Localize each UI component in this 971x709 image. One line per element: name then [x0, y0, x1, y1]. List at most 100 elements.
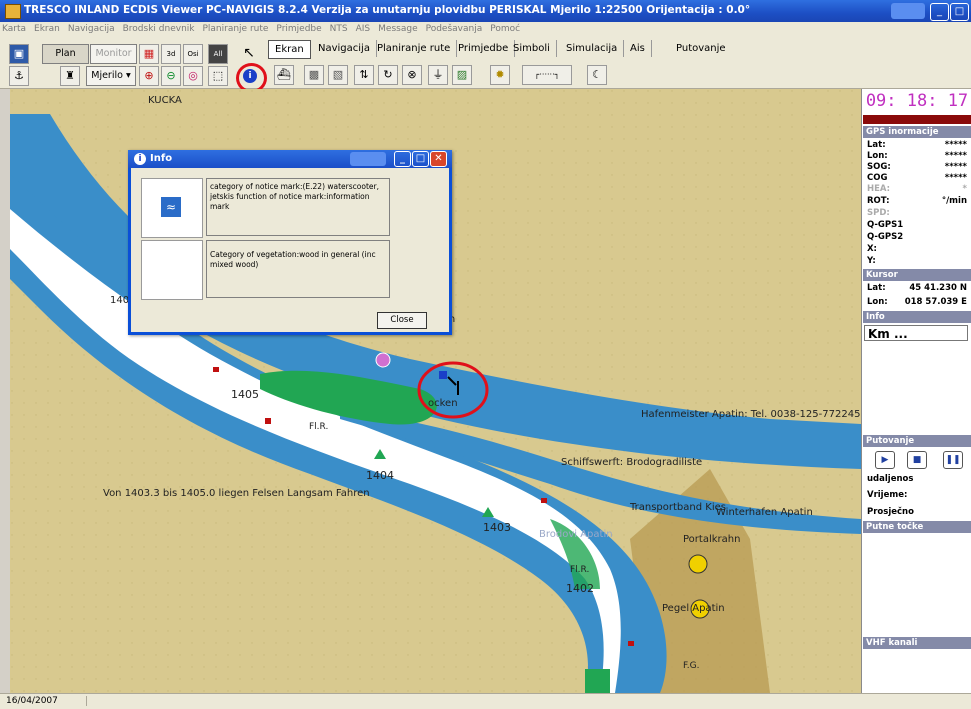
grid-icon[interactable]: ▦	[139, 44, 159, 64]
osi-button[interactable]: Osi	[183, 44, 203, 64]
cross-hatch-icon[interactable]: ▧	[328, 65, 348, 85]
map-label-transportband: Transportband Kies	[630, 502, 726, 513]
qgps2-row: Q-GPS2	[867, 232, 904, 242]
putne-tocke-section-header[interactable]: Putne točke	[863, 521, 971, 533]
scale-bar-icon[interactable]: ┌······┐	[522, 65, 572, 85]
current-icon[interactable]: ⇅	[354, 65, 374, 85]
dialog-extra-buttons[interactable]	[350, 152, 386, 166]
view-3d-button[interactable]: 3d	[161, 44, 181, 64]
gps-lon-value: *****	[944, 151, 967, 161]
menu-item-brodski-dnevnik[interactable]: Brodski dnevnik	[123, 24, 195, 34]
monitor-button[interactable]: Monitor	[90, 44, 137, 64]
prosjecno-row: Prosječno	[867, 507, 914, 517]
toolbar: ▣ ⚓ Plan Monitor ♜ Mjerilo ▾ ▦ 3d Osi Al…	[0, 38, 971, 93]
tab-navigacija[interactable]: Navigacija	[312, 40, 377, 57]
buoy-icon[interactable]: ⏚	[428, 65, 448, 85]
y-row: Y:	[867, 256, 876, 266]
status-date: 16/04/2007	[6, 696, 87, 706]
menu-item-primjedbe[interactable]: Primjedbe	[276, 24, 321, 34]
chart-view-icon[interactable]: ▣	[9, 44, 29, 64]
pointer-icon[interactable]: ↖	[240, 44, 258, 62]
mjerilo-dropdown[interactable]: Mjerilo ▾	[86, 66, 136, 86]
map-label-km140: 140	[110, 295, 130, 306]
menu-item-navigacija[interactable]: Navigacija	[68, 24, 115, 34]
gps-hea-value: *	[962, 184, 967, 194]
swirl-icon[interactable]: ↻	[378, 65, 398, 85]
udaljenost-row: udaljenos	[867, 474, 914, 484]
info-dialog: i Info _ □ ✕ ≈ category of notice mark:(…	[128, 150, 452, 335]
info-section-header[interactable]: Info	[863, 311, 971, 323]
all-button[interactable]: All	[208, 44, 228, 64]
kursor-lon-row: Lon: 018 57.039 E	[867, 297, 967, 308]
sun-icon[interactable]: ✹	[490, 65, 510, 85]
gps-cog-value: *****	[944, 173, 967, 183]
close-button[interactable]: Close	[377, 312, 427, 329]
map-label-winterhafen: Winterhafen Apatin	[716, 507, 813, 518]
map-label-fg: F.G.	[683, 661, 700, 671]
zoom-out-icon[interactable]: ⊖	[161, 66, 181, 86]
menu-item-nts[interactable]: NTS	[330, 24, 348, 34]
gps-lat-label: Lat:	[867, 140, 886, 150]
gps-spd-row: SPD:	[867, 208, 967, 219]
info-icon[interactable]: i	[243, 69, 257, 83]
right-panel: 09: 18: 17 GPS inormacije Lat: ***** Lon:…	[861, 89, 971, 693]
terrain-icon[interactable]: ▨	[452, 65, 472, 85]
menu-item-ekran[interactable]: Ekran	[34, 24, 60, 34]
jetski-icon: ≈	[161, 197, 181, 217]
night-mode-icon[interactable]: ☾	[587, 65, 607, 85]
app-icon	[5, 4, 21, 19]
menu-item-karta[interactable]: Karta	[2, 24, 26, 34]
map-label-brodovi: Brodovi Apatin	[539, 529, 613, 540]
binoculars-icon[interactable]: ♜	[60, 66, 80, 86]
notice-mark-symbol-box: ≈	[141, 178, 203, 238]
gps-header-label: GPS inormacije	[866, 127, 939, 137]
tab-putovanje[interactable]: Putovanje	[670, 40, 732, 57]
gps-hea-label: HEA:	[867, 184, 891, 194]
menu-item-ais[interactable]: AIS	[356, 24, 371, 34]
tab-simboli[interactable]: Simboli	[507, 40, 557, 57]
status-strip	[863, 115, 971, 124]
tab-simulacija[interactable]: Simulacija	[560, 40, 625, 57]
dialog-minimize-button[interactable]: _	[394, 151, 411, 167]
dialog-title: Info	[150, 153, 173, 164]
menu-item-pomoc[interactable]: Pomoć	[490, 24, 520, 34]
map-label-km1403: 1403	[483, 521, 511, 534]
vhf-header-label: VHF kanali	[866, 638, 918, 648]
clock-display: 09: 18: 17	[863, 89, 971, 115]
gps-rot-value: °/min	[941, 196, 967, 206]
tab-primjedbe[interactable]: Primjedbe	[452, 40, 516, 57]
extra-window-buttons[interactable]	[891, 3, 925, 19]
dialog-close-x-button[interactable]: ✕	[430, 151, 447, 167]
kursor-section-header[interactable]: Kursor	[863, 269, 971, 281]
boat-symbol-icon[interactable]: ⛴	[274, 65, 294, 85]
target-icon[interactable]: ◎	[183, 66, 203, 86]
hatch-icon[interactable]: ▩	[304, 65, 324, 85]
km-display: Km ...	[864, 325, 968, 341]
gps-cog-label: COG	[867, 173, 888, 183]
gps-section-header[interactable]: GPS inormacije	[863, 126, 971, 138]
plan-button[interactable]: Plan	[42, 44, 89, 64]
play-button[interactable]: ▶	[875, 451, 895, 469]
tab-planiranje-rute[interactable]: Planiranje rute	[371, 40, 458, 57]
maximize-button[interactable]: □	[950, 3, 969, 21]
tab-ekran[interactable]: Ekran	[268, 40, 311, 59]
pause-button[interactable]: ❚❚	[943, 451, 963, 469]
wreck-icon[interactable]: ⊗	[402, 65, 422, 85]
vhf-section-header[interactable]: VHF kanali	[863, 637, 971, 649]
putovanje-section-header[interactable]: Putovanje	[863, 435, 971, 447]
minimize-button[interactable]: _	[930, 3, 949, 21]
menu-bar: Karta Ekran Navigacija Brodski dnevnik Plani…	[0, 22, 971, 38]
title-bar: TRESCO INLAND ECDIS Viewer PC-NAVIGIS 8.…	[0, 0, 971, 22]
gps-lat-row: Lat: *****	[867, 140, 967, 151]
map-label-kucka: KUCKA	[148, 95, 182, 106]
menu-item-planiranje-rute[interactable]: Planiranje rute	[202, 24, 268, 34]
vegetation-text: Category of vegetation:wood in general (…	[206, 240, 390, 298]
dialog-maximize-button[interactable]: □	[412, 151, 429, 167]
tab-ais[interactable]: Ais	[624, 40, 652, 57]
zoom-in-icon[interactable]: ⊕	[139, 66, 159, 86]
stop-button[interactable]: ■	[907, 451, 927, 469]
menu-item-message[interactable]: Message	[378, 24, 417, 34]
ship-icon[interactable]: ⚓	[9, 66, 29, 86]
select-area-icon[interactable]: ⬚	[208, 66, 228, 86]
menu-item-podesavanja[interactable]: Podešavanja	[426, 24, 483, 34]
